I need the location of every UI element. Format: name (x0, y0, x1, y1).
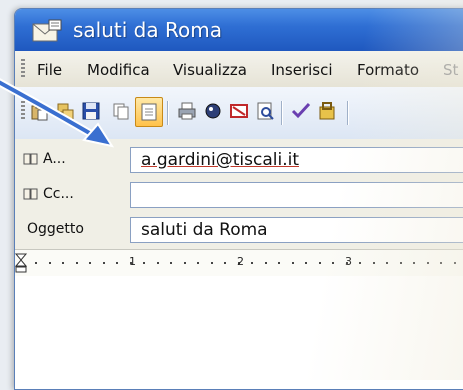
ruler-tick (264, 262, 267, 264)
ruler-tick (102, 262, 105, 264)
ruler-number: 3 (345, 255, 352, 268)
print-icon (178, 102, 196, 120)
envelope-icon (32, 19, 62, 42)
toolbar-separator (281, 101, 283, 125)
window-title: saluti da Roma (73, 18, 222, 42)
permission-icon (319, 102, 335, 120)
attach-button[interactable] (135, 97, 163, 127)
ruler-tick (224, 262, 226, 264)
ruler-tick (183, 262, 186, 264)
ruler-tick (170, 262, 172, 264)
delete-button[interactable] (227, 99, 251, 123)
menubar-grip[interactable] (21, 59, 25, 79)
paste-button[interactable] (27, 99, 51, 123)
ruler-tick (372, 262, 375, 264)
copy-icon (113, 103, 129, 120)
ruler-tick (359, 262, 361, 264)
message-body[interactable] (15, 276, 463, 389)
recipient-address: a.gardini@tiscali.it (141, 150, 299, 170)
menu-modifica[interactable]: Modifica (87, 61, 150, 79)
delete-icon (230, 104, 248, 118)
ruler-tick (143, 262, 145, 264)
ruler-tick (318, 262, 321, 264)
cc-button[interactable]: Cc... (23, 186, 74, 202)
toolbar-separator (167, 101, 169, 125)
menu-strumenti[interactable]: St (443, 61, 458, 79)
address-book-icon (23, 153, 38, 165)
ruler-tick (278, 262, 280, 264)
menu-inserisci[interactable]: Inserisci (271, 61, 333, 79)
ruler-tick (332, 262, 334, 264)
toolbar (15, 87, 463, 140)
message-headers: A... a.gardini@tiscali.it Cc... Oggetto … (15, 139, 463, 249)
menu-bar: File Modifica Visualizza Inserisci Forma… (15, 51, 463, 88)
cc-field[interactable] (130, 182, 463, 208)
subject-label: Oggetto (27, 221, 84, 237)
ruler-tick (291, 262, 294, 264)
ruler-tick (413, 262, 415, 264)
cut-icon (57, 103, 74, 120)
ruler[interactable]: 1 2 3 (15, 249, 463, 277)
preview-icon (257, 102, 274, 120)
attach-icon (141, 103, 157, 121)
toolbar-grip[interactable] (21, 101, 25, 121)
spell-icon (205, 103, 221, 119)
check-icon (291, 102, 311, 119)
address-book-icon (23, 188, 38, 200)
ruler-number: 1 (129, 255, 136, 268)
save-button[interactable] (79, 99, 103, 123)
ruler-tick (89, 262, 91, 264)
ruler-tick (305, 262, 307, 264)
ruler-tick (210, 262, 213, 264)
permission-button[interactable] (315, 99, 339, 123)
menu-formato[interactable]: Formato (357, 61, 419, 79)
ruler-tick (386, 262, 388, 264)
ruler-tick (440, 262, 442, 264)
menu-visualizza[interactable]: Visualizza (173, 61, 247, 79)
ruler-tick (426, 262, 429, 264)
ruler-tick (35, 262, 37, 264)
ruler-tick (116, 262, 118, 264)
ruler-tick (62, 262, 64, 264)
subject-field[interactable]: saluti da Roma (130, 217, 463, 243)
ruler-tick (197, 262, 199, 264)
save-icon (82, 102, 100, 120)
compose-window: saluti da Roma File Modifica Visualizza … (14, 8, 463, 390)
ruler-tick (399, 262, 402, 264)
preview-button[interactable] (253, 99, 277, 123)
title-bar[interactable]: saluti da Roma (15, 9, 463, 51)
to-label: A... (43, 151, 66, 167)
toolbar-separator (347, 101, 349, 125)
paste-icon (31, 103, 48, 121)
to-button[interactable]: A... (23, 151, 66, 167)
ruler-tick (48, 262, 51, 264)
menu-file[interactable]: File (37, 61, 62, 79)
check-names-button[interactable] (289, 99, 313, 123)
to-field[interactable]: a.gardini@tiscali.it (130, 147, 463, 173)
subject-value: saluti da Roma (141, 220, 268, 240)
cc-label: Cc... (43, 186, 74, 202)
cut-button[interactable] (53, 99, 77, 123)
copy-button[interactable] (109, 99, 133, 123)
ruler-tick (453, 262, 456, 264)
indent-marker-icon[interactable] (15, 253, 27, 273)
ruler-tick (251, 262, 253, 264)
ruler-number: 2 (237, 255, 244, 268)
ruler-tick (75, 262, 78, 264)
spelling-button[interactable] (201, 99, 225, 123)
print-button[interactable] (175, 99, 199, 123)
ruler-tick (156, 262, 159, 264)
